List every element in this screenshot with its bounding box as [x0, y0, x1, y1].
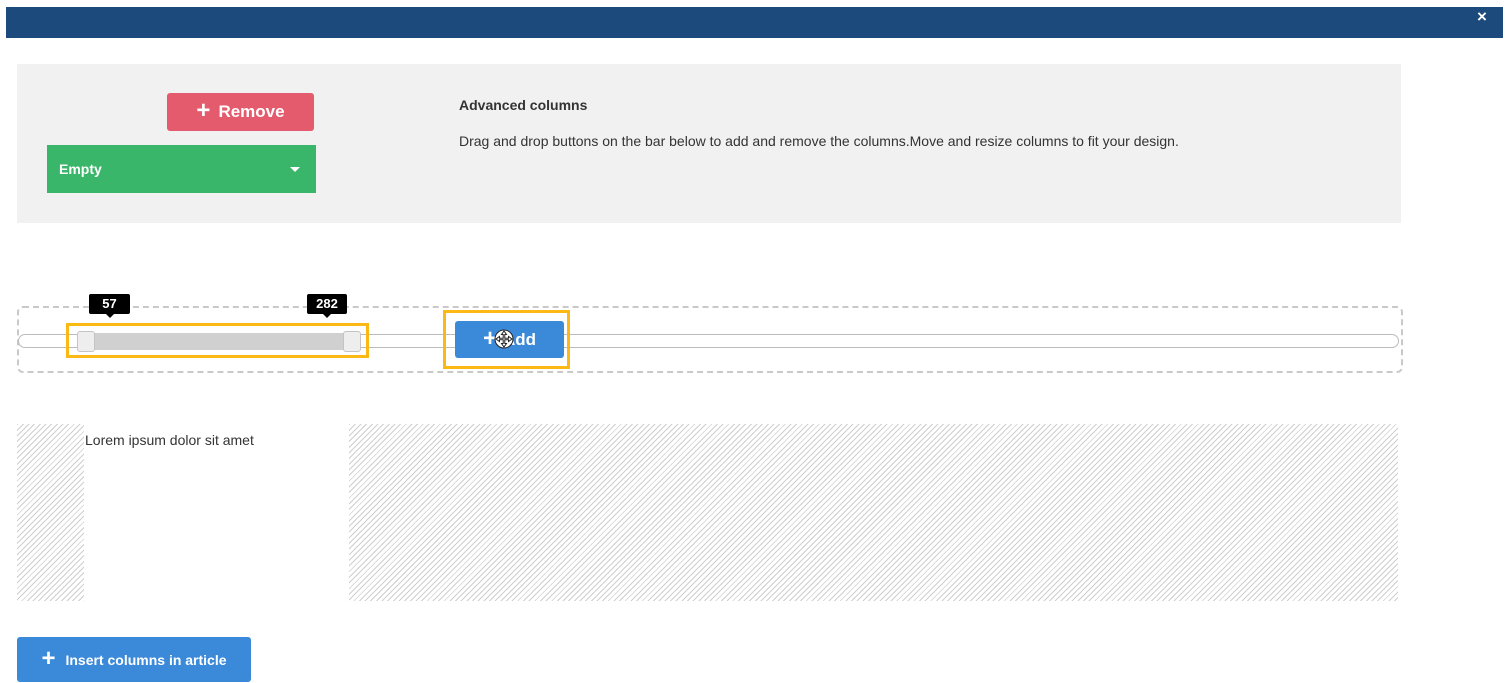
close-icon[interactable]: × [1474, 7, 1490, 27]
move-cursor-icon [494, 329, 514, 349]
section-title: Advanced columns [459, 97, 588, 113]
remove-button-label: Remove [218, 102, 285, 121]
insert-columns-label: Insert columns in article [65, 651, 227, 668]
range-end-tooltip: 282 [307, 294, 347, 318]
column-content: Lorem ipsum dolor sit amet [85, 432, 254, 448]
dialog-header-bar [6, 7, 1503, 38]
right-gap-column [349, 424, 1398, 601]
remove-button[interactable]: + Remove [167, 93, 314, 131]
select-value: Empty [59, 161, 102, 177]
column-preset-select[interactable]: Empty [47, 145, 316, 193]
insert-columns-button[interactable]: + Insert columns in article [17, 637, 251, 682]
chevron-down-icon [290, 167, 300, 172]
left-gap-column [17, 424, 84, 601]
plus-icon: + [41, 644, 56, 672]
range-start-tooltip: 57 [89, 294, 130, 318]
range-highlight [66, 323, 369, 358]
plus-icon: + [196, 97, 211, 124]
section-description: Drag and drop buttons on the bar below t… [459, 133, 1179, 149]
